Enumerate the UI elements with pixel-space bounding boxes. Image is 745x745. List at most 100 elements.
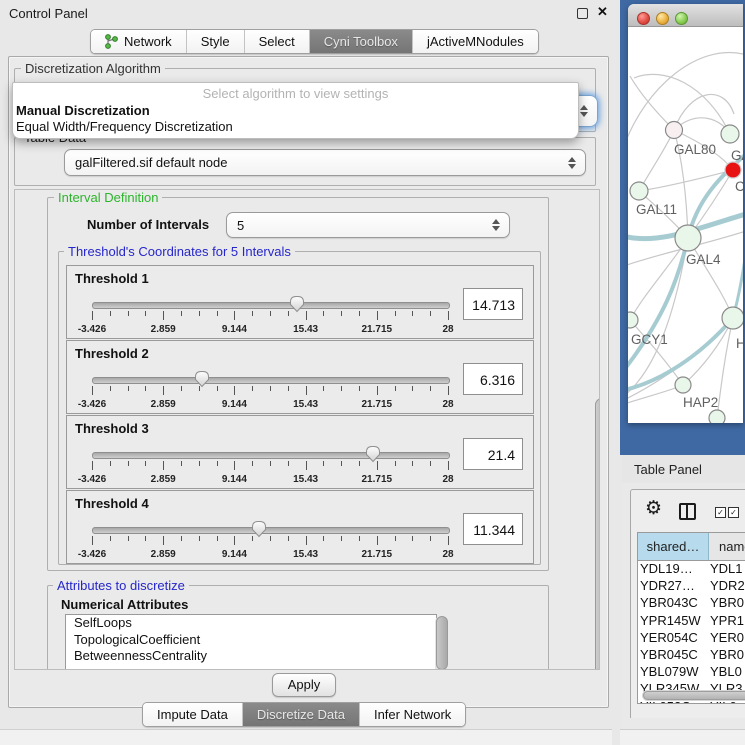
slider-track[interactable] — [92, 527, 450, 534]
table-row[interactable]: YER054CYER0 — [638, 630, 745, 647]
table-toolbar: ⚙ ✓ ✓ — [631, 490, 745, 530]
graph-node-label: GAL4 — [686, 252, 721, 267]
graph-node[interactable] — [628, 312, 638, 328]
column-header-name[interactable]: name — [709, 533, 745, 560]
slider-thumb-icon[interactable] — [251, 520, 267, 538]
float-window-icon[interactable] — [577, 8, 588, 19]
columns-icon[interactable] — [679, 503, 696, 520]
checkbox-icon[interactable]: ✓ — [728, 507, 739, 518]
graph-node[interactable] — [721, 125, 739, 143]
slider-track[interactable] — [92, 302, 450, 309]
table-header-row: shared… name — [638, 533, 745, 561]
graph-edge — [634, 74, 730, 134]
attributes-listbox[interactable]: SelfLoopsTopologicalCoefficientBetweenne… — [65, 614, 437, 670]
threshold-slider[interactable]: -3.4262.8599.14415.4321.71528 — [91, 519, 451, 561]
attributes-list-scrollbar[interactable] — [435, 616, 447, 670]
slider-tick — [377, 536, 378, 545]
graph-node[interactable] — [630, 182, 648, 200]
tab-label: Style — [201, 34, 230, 49]
algorithm-option[interactable]: Manual Discretization — [13, 103, 578, 119]
slider-tick-label: -3.426 — [78, 474, 106, 485]
table-row[interactable]: YBR045CYBR0 — [638, 647, 745, 664]
tab-select[interactable]: Select — [244, 30, 309, 53]
slider-thumb-icon[interactable] — [194, 370, 210, 388]
attribute-list-item[interactable]: TopologicalCoefficient — [66, 632, 436, 649]
slider-tick — [395, 386, 396, 391]
slider-track[interactable] — [92, 452, 450, 459]
tab-network[interactable]: Network — [91, 30, 186, 53]
network-graph[interactable]: GAL80GACGAL11GAL4GCY1HHAP2 — [628, 26, 743, 423]
slider-tick — [199, 461, 200, 466]
slider-tick — [181, 386, 182, 391]
table-row[interactable]: YDR27…YDR2 — [638, 578, 745, 595]
close-traffic-light-icon[interactable] — [637, 12, 650, 25]
slider-thumb-icon[interactable] — [289, 295, 305, 313]
graph-node[interactable] — [666, 122, 683, 139]
threshold-value-field[interactable]: 21.4 — [463, 438, 523, 470]
tab-cyni-toolbox[interactable]: Cyni Toolbox — [309, 30, 412, 53]
graph-node[interactable] — [709, 410, 725, 423]
apply-button[interactable]: Apply — [272, 673, 336, 697]
settings-scrollbar-thumb[interactable] — [595, 398, 600, 670]
algorithm-prompt-item[interactable]: Select algorithm to view settings — [13, 83, 578, 103]
attribute-list-item[interactable]: BetweennessCentrality — [66, 648, 436, 665]
threshold-value-field[interactable]: 11.344 — [463, 513, 523, 545]
tab-label: Discretize Data — [257, 707, 345, 722]
slider-tick — [359, 311, 360, 316]
slider-tick — [110, 386, 111, 391]
slider-tick — [288, 386, 289, 391]
tab-jactivemnodules[interactable]: jActiveMNodules — [412, 30, 538, 53]
table-row[interactable]: YPR145WYPR1 — [638, 613, 745, 630]
minimize-traffic-light-icon[interactable] — [656, 12, 669, 25]
slider-tick — [217, 461, 218, 466]
threshold-slider[interactable]: -3.4262.8599.14415.4321.71528 — [91, 369, 451, 411]
slider-tick — [377, 311, 378, 320]
algorithm-option[interactable]: Equal Width/Frequency Discretization — [13, 119, 578, 135]
network-window-titlebar[interactable] — [628, 4, 743, 27]
column-header-shared[interactable]: shared… — [638, 533, 709, 560]
cell-shared-name: YBR043C — [638, 595, 709, 612]
threshold-slider[interactable]: -3.4262.8599.14415.4321.71528 — [91, 294, 451, 336]
slider-tick — [163, 461, 164, 470]
slider-tick — [128, 311, 129, 316]
tab-discretize-data[interactable]: Discretize Data — [242, 703, 359, 726]
network-window[interactable]: GAL80GACGAL11GAL4GCY1HHAP2 — [628, 4, 743, 423]
table-data-combobox[interactable]: galFiltered.sif default node — [64, 149, 586, 176]
threshold-slider[interactable]: -3.4262.8599.14415.4321.71528 — [91, 444, 451, 486]
graph-node[interactable] — [725, 162, 741, 178]
table-row[interactable]: YBL079WYBL0 — [638, 664, 745, 681]
checkbox-icon[interactable]: ✓ — [715, 507, 726, 518]
slider-tick — [341, 461, 342, 466]
slider-tick — [270, 386, 271, 391]
slider-thumb-icon[interactable] — [365, 445, 381, 463]
slider-tick-label: 28 — [442, 324, 453, 335]
close-icon[interactable]: ✕ — [597, 4, 608, 20]
graph-node[interactable] — [675, 377, 691, 393]
table-row[interactable]: YDL19…YDL1 — [638, 561, 745, 578]
slider-tick — [341, 386, 342, 391]
slider-tick — [181, 461, 182, 466]
tab-infer-network[interactable]: Infer Network — [359, 703, 465, 726]
bottom-tab-bar: Impute Data Discretize Data Infer Network — [142, 702, 466, 727]
slider-tick-label: 15.43 — [293, 474, 318, 485]
zoom-traffic-light-icon[interactable] — [675, 12, 688, 25]
graph-node[interactable] — [722, 307, 743, 329]
slider-tick — [252, 461, 253, 466]
slider-tick-label: 28 — [442, 399, 453, 410]
threshold-value-field[interactable]: 14.713 — [463, 288, 523, 320]
slider-track[interactable] — [92, 377, 450, 384]
table-row[interactable]: YBR043CYBR0 — [638, 595, 745, 612]
gear-icon[interactable]: ⚙ — [645, 497, 662, 519]
slider-tick — [234, 461, 235, 470]
slider-tick — [430, 536, 431, 541]
tab-impute-data[interactable]: Impute Data — [143, 703, 242, 726]
attribute-list-item[interactable]: SelfLoops — [66, 615, 436, 632]
tab-style[interactable]: Style — [186, 30, 244, 53]
slider-tick-label: 2.859 — [151, 324, 176, 335]
graph-node[interactable] — [675, 225, 701, 251]
slider-tick — [92, 311, 93, 320]
threshold-value-field[interactable]: 6.316 — [463, 363, 523, 395]
slider-tick — [110, 311, 111, 316]
table-horizontal-scrollbar[interactable] — [642, 690, 745, 701]
slider-tick — [252, 311, 253, 316]
